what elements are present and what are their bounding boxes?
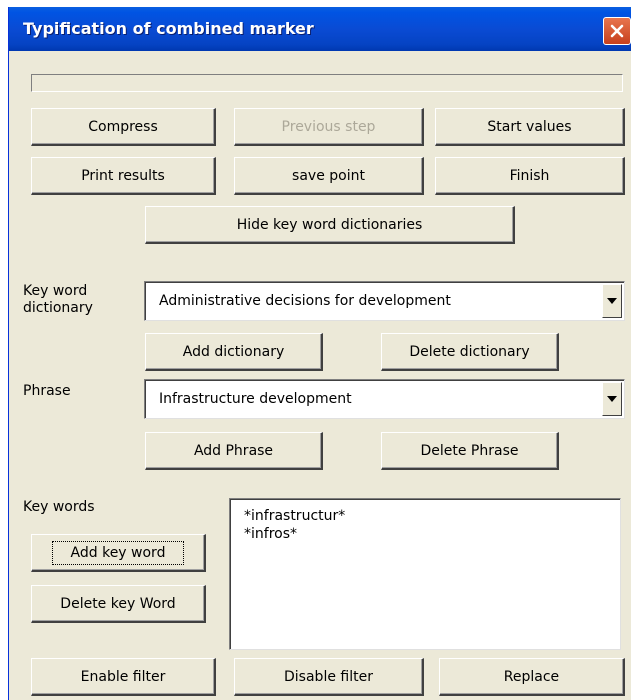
delete-phrase-button[interactable]: Delete Phrase — [381, 432, 559, 470]
key-word-dictionary-label: Key word dictionary — [23, 283, 93, 317]
start-values-button-label: Start values — [487, 118, 572, 135]
print-results-button-label: Print results — [81, 167, 165, 184]
phrase-select[interactable]: Infrastructure development — [144, 379, 625, 419]
save-point-button-label: save point — [292, 167, 365, 184]
add-phrase-button-label: Add Phrase — [193, 442, 274, 459]
start-values-button[interactable]: Start values — [435, 108, 625, 146]
compress-button[interactable]: Compress — [31, 108, 216, 146]
dictionary-dropdown-button[interactable] — [602, 284, 622, 318]
hide-dictionaries-button-label: Hide key word dictionaries — [236, 216, 423, 233]
disable-filter-button[interactable]: Disable filter — [234, 658, 424, 696]
delete-key-word-button-label: Delete key Word — [60, 595, 176, 612]
delete-dictionary-button-label: Delete dictionary — [409, 343, 530, 360]
disable-filter-button-label: Disable filter — [284, 668, 373, 685]
add-key-word-button-label: Add key word — [51, 540, 185, 565]
save-point-button[interactable]: save point — [234, 157, 424, 195]
progress-bar — [31, 74, 623, 92]
dictionary-select[interactable]: Administrative decisions for development — [144, 281, 625, 321]
close-button[interactable] — [603, 17, 631, 45]
compress-button-label: Compress — [88, 118, 158, 135]
delete-dictionary-button[interactable]: Delete dictionary — [381, 333, 559, 371]
enable-filter-button[interactable]: Enable filter — [31, 658, 216, 696]
title-bar[interactable]: Typification of combined marker — [9, 7, 631, 51]
add-key-word-button[interactable]: Add key word — [31, 534, 206, 572]
dialog-window: Typification of combined marker Compress… — [8, 7, 631, 700]
close-x-icon — [610, 24, 624, 38]
key-words-list[interactable]: *infrastructur* *infros* — [229, 498, 621, 650]
dictionary-select-value: Administrative decisions for development — [159, 293, 451, 309]
add-phrase-button[interactable]: Add Phrase — [145, 432, 323, 470]
delete-key-word-button[interactable]: Delete key Word — [31, 585, 206, 623]
chevron-down-icon — [607, 298, 617, 304]
hide-dictionaries-button[interactable]: Hide key word dictionaries — [145, 206, 515, 244]
previous-step-button-label: Previous step — [281, 118, 376, 135]
replace-button[interactable]: Replace — [439, 658, 625, 696]
phrase-select-value: Infrastructure development — [159, 391, 352, 407]
list-item[interactable]: *infrastructur* — [244, 507, 606, 525]
previous-step-button: Previous step — [234, 108, 424, 146]
phrase-dropdown-button[interactable] — [602, 382, 622, 416]
replace-button-label: Replace — [503, 668, 560, 685]
finish-button-label: Finish — [509, 167, 550, 184]
add-dictionary-button[interactable]: Add dictionary — [145, 333, 323, 371]
chevron-down-icon — [607, 396, 617, 402]
print-results-button[interactable]: Print results — [31, 157, 216, 195]
add-dictionary-button-label: Add dictionary — [182, 343, 285, 360]
key-word-dictionary-label-line1: Key word — [23, 283, 88, 299]
list-item[interactable]: *infros* — [244, 525, 606, 543]
key-words-label: Key words — [23, 499, 95, 515]
window-title: Typification of combined marker — [23, 19, 314, 38]
key-word-dictionary-label-line2: dictionary — [23, 300, 93, 316]
enable-filter-button-label: Enable filter — [80, 668, 166, 685]
phrase-label: Phrase — [23, 383, 71, 399]
finish-button[interactable]: Finish — [435, 157, 625, 195]
delete-phrase-button-label: Delete Phrase — [420, 442, 519, 459]
